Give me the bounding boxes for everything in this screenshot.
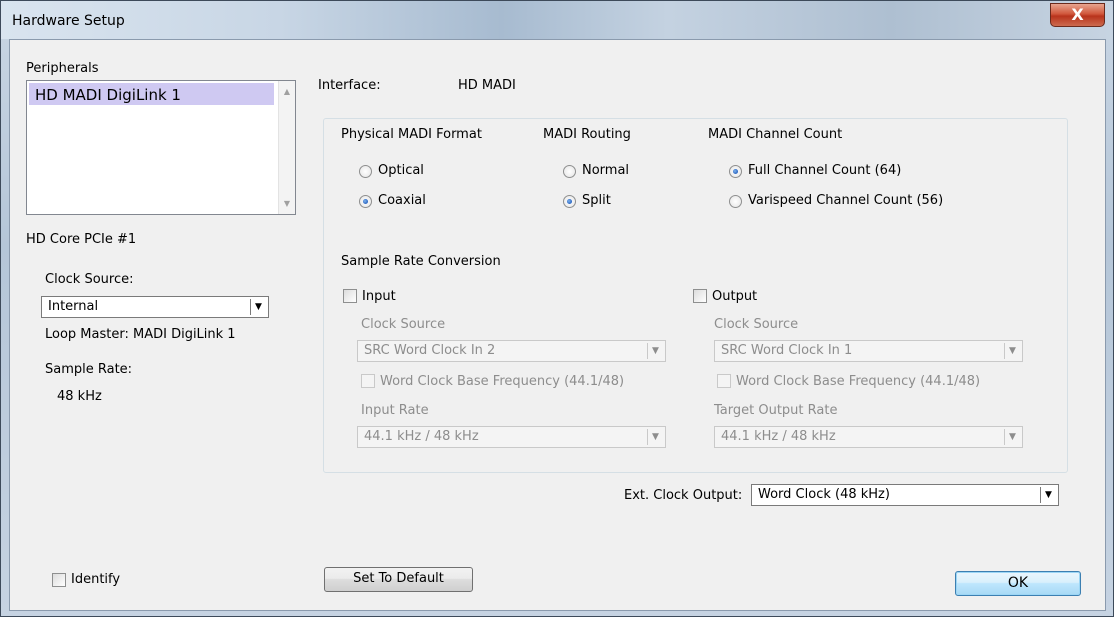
interface-label: Interface: <box>318 78 381 93</box>
optical-label[interactable]: Optical <box>378 163 424 178</box>
normal-radio[interactable] <box>563 165 576 178</box>
output-rate-select[interactable]: 44.1 kHz / 48 kHz ▼ <box>714 426 1023 448</box>
input-rate-label: Input Rate <box>361 403 429 418</box>
varispeed-channel-label[interactable]: Varispeed Channel Count (56) <box>748 193 943 208</box>
dialog-client: Peripherals HD MADI DigiLink 1 ▲ ▼ HD Co… <box>9 39 1106 611</box>
ok-button[interactable]: OK <box>955 571 1081 596</box>
chevron-down-icon[interactable]: ▼ <box>1040 487 1056 503</box>
ext-clock-value: Word Clock (48 kHz) <box>758 487 890 502</box>
sample-rate-value: 48 kHz <box>57 389 102 404</box>
output-clock-source-label: Clock Source <box>714 317 799 332</box>
hardware-setup-window: Hardware Setup X Peripherals HD MADI Dig… <box>0 0 1114 617</box>
chevron-down-icon[interactable]: ▼ <box>1004 429 1020 445</box>
title-bar[interactable]: Hardware Setup X <box>1 1 1113 39</box>
src-input-checkbox[interactable] <box>343 289 357 303</box>
chevron-down-icon[interactable]: ▼ <box>647 343 663 359</box>
input-clock-source-select[interactable]: SRC Word Clock In 2 ▼ <box>357 340 666 362</box>
ext-clock-select[interactable]: Word Clock (48 kHz) ▼ <box>751 484 1059 506</box>
split-label[interactable]: Split <box>582 193 611 208</box>
clock-source-label: Clock Source: <box>45 272 134 287</box>
identify-label[interactable]: Identify <box>71 572 120 587</box>
channel-count-heading: MADI Channel Count <box>708 127 843 142</box>
coaxial-label[interactable]: Coaxial <box>378 193 426 208</box>
input-rate-value: 44.1 kHz / 48 kHz <box>364 429 479 444</box>
interface-value: HD MADI <box>458 78 516 93</box>
output-rate-label: Target Output Rate <box>714 403 838 418</box>
sample-rate-label: Sample Rate: <box>45 362 133 377</box>
set-to-default-button[interactable]: Set To Default <box>324 567 473 592</box>
list-item[interactable]: HD MADI DigiLink 1 <box>29 83 274 105</box>
peripherals-label: Peripherals <box>26 61 99 76</box>
src-heading: Sample Rate Conversion <box>341 254 501 269</box>
output-wordclock-label: Word Clock Base Frequency (44.1/48) <box>736 374 981 389</box>
chevron-down-icon[interactable]: ▼ <box>647 429 663 445</box>
input-rate-select[interactable]: 44.1 kHz / 48 kHz ▼ <box>357 426 666 448</box>
src-output-checkbox[interactable] <box>693 289 707 303</box>
close-button[interactable]: X <box>1050 3 1105 27</box>
input-clock-source-label: Clock Source <box>361 317 446 332</box>
output-rate-value: 44.1 kHz / 48 kHz <box>721 429 836 444</box>
full-channel-radio[interactable] <box>729 165 742 178</box>
window-title: Hardware Setup <box>12 13 125 29</box>
clock-source-value: Internal <box>48 299 99 314</box>
chevron-down-icon[interactable]: ▼ <box>1004 343 1020 359</box>
coaxial-radio[interactable] <box>359 195 372 208</box>
split-radio[interactable] <box>563 195 576 208</box>
peripherals-scrollbar[interactable]: ▲ ▼ <box>278 81 295 214</box>
src-output-label[interactable]: Output <box>712 289 757 304</box>
src-input-label[interactable]: Input <box>362 289 396 304</box>
peripherals-list[interactable]: HD MADI DigiLink 1 ▲ ▼ <box>26 80 296 215</box>
output-wordclock-checkbox[interactable] <box>717 374 731 388</box>
identify-checkbox[interactable] <box>52 573 66 587</box>
core-name: HD Core PCIe #1 <box>26 232 137 247</box>
clock-source-select[interactable]: Internal ▼ <box>41 296 269 318</box>
input-wordclock-label: Word Clock Base Frequency (44.1/48) <box>380 374 625 389</box>
normal-label[interactable]: Normal <box>582 163 629 178</box>
full-channel-label[interactable]: Full Channel Count (64) <box>748 163 901 178</box>
scroll-up-icon[interactable]: ▲ <box>279 83 295 100</box>
input-clock-source-value: SRC Word Clock In 2 <box>364 343 496 358</box>
optical-radio[interactable] <box>359 165 372 178</box>
scroll-down-icon[interactable]: ▼ <box>279 195 295 212</box>
loop-master-text: Loop Master: MADI DigiLink 1 <box>45 327 236 342</box>
output-clock-source-select[interactable]: SRC Word Clock In 1 ▼ <box>714 340 1023 362</box>
chevron-down-icon[interactable]: ▼ <box>250 299 266 315</box>
physical-format-heading: Physical MADI Format <box>341 127 482 142</box>
routing-heading: MADI Routing <box>543 127 631 142</box>
ext-clock-label: Ext. Clock Output: <box>624 488 743 503</box>
varispeed-channel-radio[interactable] <box>729 195 742 208</box>
output-clock-source-value: SRC Word Clock In 1 <box>721 343 853 358</box>
input-wordclock-checkbox[interactable] <box>361 374 375 388</box>
